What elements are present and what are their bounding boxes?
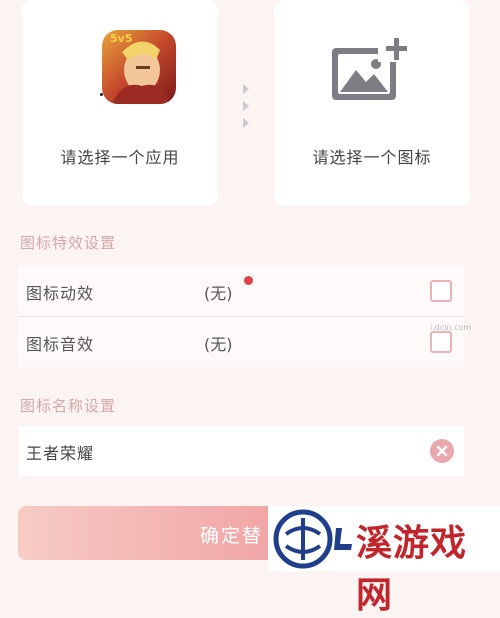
watermark-url: i.dcin.com bbox=[430, 323, 472, 332]
confirm-label: 确定替 bbox=[200, 525, 264, 547]
effect-sound-label: 图标音效 bbox=[26, 335, 95, 354]
effect-animation-value: (无) bbox=[204, 284, 233, 303]
select-app-card[interactable]: 5v5 请选择一个应用 bbox=[22, 0, 218, 206]
notification-dot bbox=[244, 276, 253, 285]
arrow-dots-icon bbox=[243, 84, 249, 128]
add-image-icon bbox=[332, 36, 414, 100]
watermark-l-icon bbox=[334, 528, 352, 550]
watermark: 溪游戏网 bbox=[268, 506, 500, 616]
icon-name-value: 王者荣耀 bbox=[26, 444, 95, 463]
name-section-title: 图标名称设置 bbox=[20, 397, 117, 415]
effect-animation-checkbox[interactable] bbox=[430, 280, 452, 302]
icon-name-input[interactable]: 王者荣耀 bbox=[18, 426, 464, 476]
decoration-dot bbox=[100, 93, 103, 96]
clear-icon[interactable] bbox=[430, 439, 454, 463]
watermark-logo-icon bbox=[273, 509, 333, 569]
effect-sound-checkbox[interactable] bbox=[430, 331, 452, 353]
app-badge: 5v5 bbox=[110, 32, 133, 45]
effect-row-animation[interactable]: 图标动效 (无) bbox=[18, 266, 464, 316]
effect-sound-value: (无) bbox=[204, 335, 233, 354]
select-icon-card[interactable]: 请选择一个图标 bbox=[274, 0, 470, 206]
effect-row-sound[interactable]: 图标音效 (无) bbox=[18, 317, 464, 367]
app-icon: 5v5 bbox=[102, 30, 176, 104]
effect-animation-label: 图标动效 bbox=[26, 284, 95, 303]
effects-section-title: 图标特效设置 bbox=[20, 234, 117, 252]
select-icon-label: 请选择一个图标 bbox=[312, 148, 432, 167]
select-app-label: 请选择一个应用 bbox=[60, 148, 180, 167]
watermark-text: 溪游戏网 bbox=[356, 523, 468, 616]
